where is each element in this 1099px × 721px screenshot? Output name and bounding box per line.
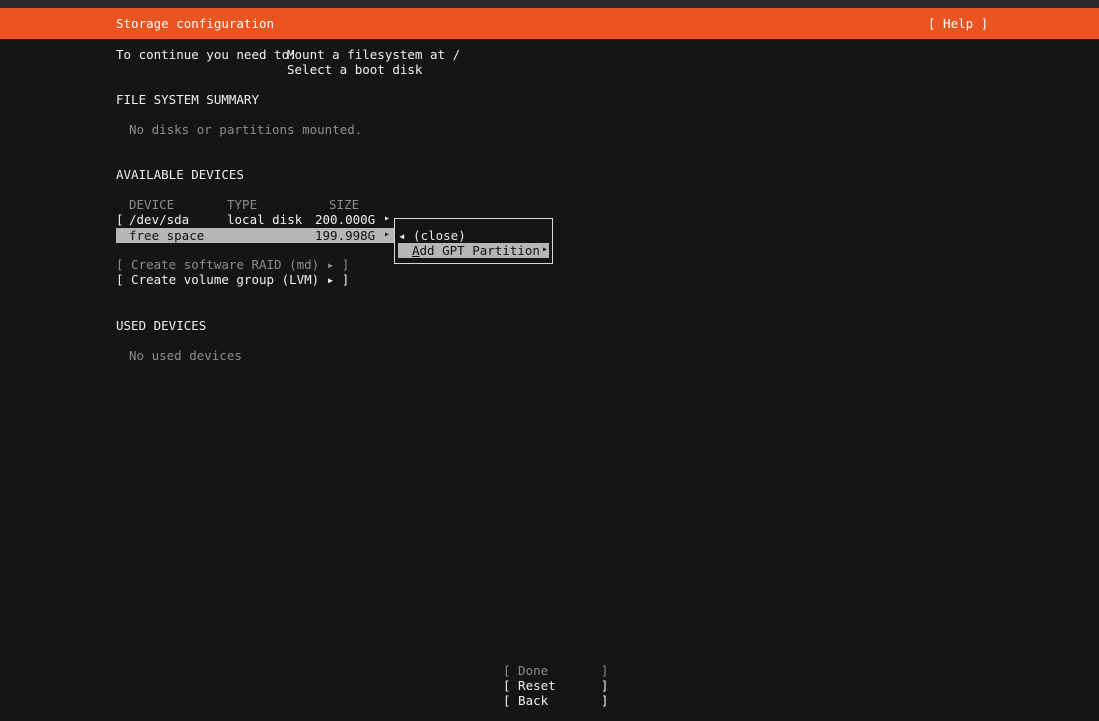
device-size: 200.000G bbox=[315, 212, 376, 227]
row-menu-arrow-icon[interactable]: ▸ bbox=[384, 211, 390, 226]
accelerator-letter: A bbox=[412, 243, 420, 258]
help-button[interactable]: [ Help ] bbox=[928, 16, 988, 31]
create-lvm-button[interactable]: [ Create volume group (LVM) ▸ ] bbox=[116, 272, 349, 287]
used-devices-heading: USED DEVICES bbox=[116, 318, 207, 333]
back-button[interactable]: [ Back ] bbox=[503, 693, 608, 708]
menu-item-label: dd GPT Partition bbox=[419, 243, 540, 258]
column-header-device: DEVICE bbox=[129, 197, 175, 212]
device-row-bracket: [ bbox=[116, 212, 124, 227]
device-name: /dev/sda bbox=[129, 212, 190, 227]
page-title: Storage configuration bbox=[116, 16, 275, 31]
fs-summary-empty: No disks or partitions mounted. bbox=[129, 122, 363, 137]
column-header-size: SIZE bbox=[329, 197, 360, 212]
fs-summary-heading: FILE SYSTEM SUMMARY bbox=[116, 92, 259, 107]
device-name: free space bbox=[129, 228, 205, 243]
requirements-prefix: To continue you need to: bbox=[116, 47, 297, 62]
device-row-free-space[interactable]: free space 199.998G ▸ bbox=[116, 228, 394, 243]
header-bar: Storage configuration [ Help ] bbox=[0, 8, 1099, 39]
device-type: local disk bbox=[227, 212, 303, 227]
done-button[interactable]: [ Done ] bbox=[503, 663, 608, 678]
available-devices-heading: AVAILABLE DEVICES bbox=[116, 167, 244, 182]
requirement-mount-root: Mount a filesystem at / bbox=[287, 47, 461, 62]
menu-add-gpt-partition[interactable]: Add GPT Partition ▸ bbox=[398, 243, 549, 258]
window-top-strip bbox=[0, 0, 1099, 8]
reset-button[interactable]: [ Reset ] bbox=[503, 678, 608, 693]
submenu-arrow-icon: ▸ bbox=[542, 244, 549, 255]
used-devices-empty: No used devices bbox=[129, 348, 242, 363]
create-raid-button[interactable]: [ Create software RAID (md) ▸ ] bbox=[116, 257, 349, 272]
device-size: 199.998G bbox=[315, 228, 376, 243]
partition-action-menu: ◂ (close) Add GPT Partition ▸ bbox=[394, 218, 553, 264]
column-header-type: TYPE bbox=[227, 197, 258, 212]
menu-close-item[interactable]: ◂ (close) bbox=[398, 228, 466, 243]
requirement-boot-disk: Select a boot disk bbox=[287, 62, 423, 77]
row-menu-arrow-icon[interactable]: ▸ bbox=[384, 227, 390, 242]
